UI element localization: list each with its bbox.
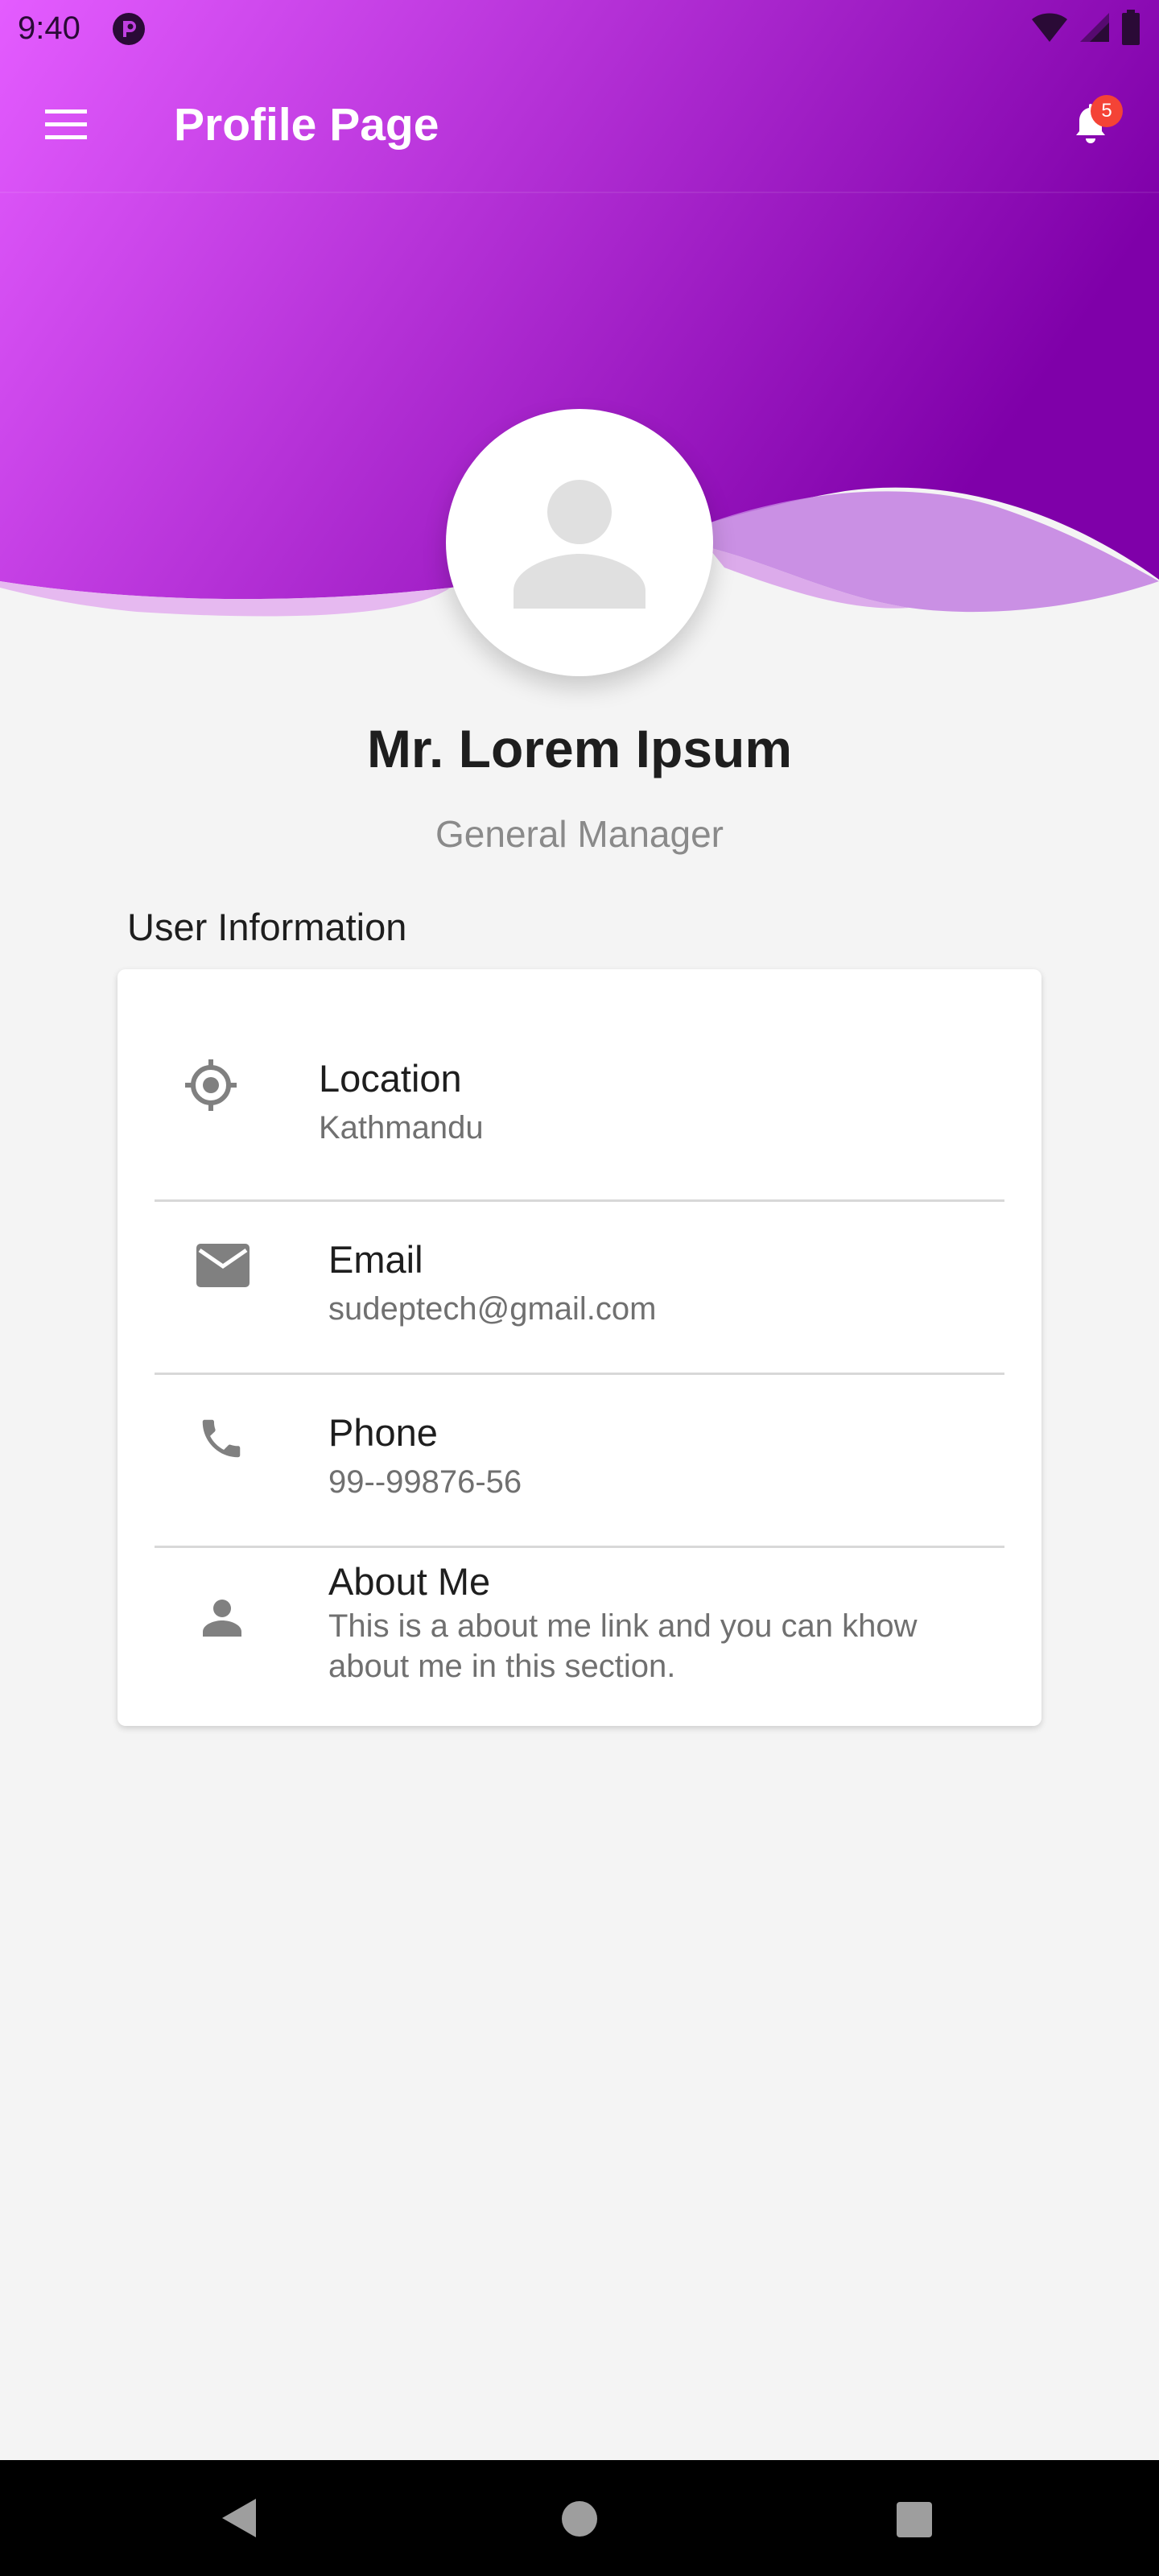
profile-role: General Manager [435,813,724,855]
person-icon [514,480,645,609]
row-label: Location [319,1057,462,1100]
row-value: sudeptech@gmail.com [328,1291,657,1327]
navigation-bar [0,2460,1159,2576]
home-icon [561,2501,598,2541]
home-button[interactable] [561,2500,598,2541]
list-item-phone[interactable]: Phone 99--99876-56 [118,1375,1041,1546]
recents-icon [897,2502,932,2541]
bell-icon [1062,104,1119,156]
menu-button[interactable] [40,105,95,145]
back-icon [219,2499,259,2544]
email-icon [196,1244,250,1291]
row-value: 99--99876-56 [328,1464,522,1500]
battery-icon [1120,9,1141,49]
profile-name: Mr. Lorem Ipsum [366,719,793,778]
person-icon [200,1595,245,1644]
back-button[interactable] [219,2496,259,2545]
status-time: 9:40 [18,10,80,46]
row-value: Kathmandu [319,1110,484,1146]
row-label: Phone [328,1411,438,1454]
signal-icon [1079,11,1111,47]
location-target-icon [184,1058,238,1117]
row-label: About Me [328,1560,491,1603]
avatar[interactable] [446,409,713,676]
user-info-card: Location Kathmandu Email sudeptech@gmail… [118,969,1041,1726]
row-value: This is a about me link and you can khow… [328,1608,918,1684]
list-item-email[interactable]: Email sudeptech@gmail.com [118,1202,1041,1373]
recents-button[interactable] [897,2502,932,2541]
phone-icon [196,1414,246,1468]
section-title: User Information [127,906,407,948]
notification-count-badge: 5 [1091,95,1123,127]
app-bar: Profile Page 5 [0,56,1159,193]
status-bar: 9:40 [0,0,1159,56]
app-notification-icon [111,11,146,47]
row-label: Email [328,1238,423,1281]
wifi-icon [1030,11,1069,47]
list-item-about-me[interactable]: About Me This is a about me link and you… [118,1548,1041,1726]
list-item-location[interactable]: Location Kathmandu [118,969,1041,1199]
menu-icon [40,109,95,148]
page-title: Profile Page [174,99,439,151]
